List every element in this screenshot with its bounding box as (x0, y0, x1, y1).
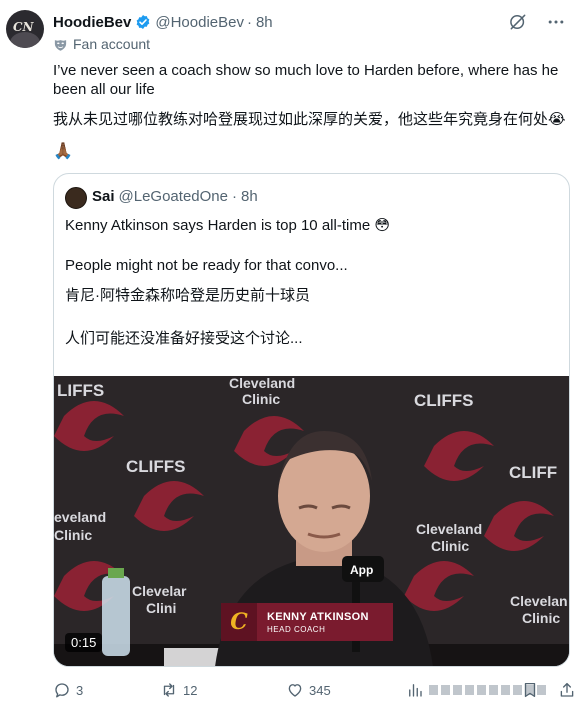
mic-flag-label: App (350, 563, 373, 577)
tweet-text-chinese: 我从未见过哪位教练对哈登展现过如此深厚的关爱，他这些年究竟身在何处😭 (53, 111, 566, 128)
retweet-button[interactable]: 12 (160, 681, 197, 699)
quote-time[interactable]: 8h (241, 188, 258, 205)
reply-button[interactable]: 3 (53, 681, 83, 699)
bookmark-button[interactable] (521, 681, 544, 699)
svg-text:Clinic: Clinic (242, 391, 280, 407)
separator-dot: · (246, 13, 252, 31)
tweet-top-actions (508, 12, 566, 32)
lower-third-caption: C KENNY ATKINSON HEAD COACH (221, 603, 393, 641)
svg-text:LIFFS: LIFFS (57, 381, 104, 400)
reply-icon (55, 683, 69, 698)
avatar-text: CN (13, 20, 34, 34)
lower-third-role: HEAD COACH (267, 624, 326, 634)
tweet-header: HoodieBev @HoodieBev · 8h (53, 12, 273, 32)
tweet-time[interactable]: 8h (256, 14, 273, 31)
quote-author-avatar[interactable] (65, 187, 87, 209)
svg-text:Clinic: Clinic (522, 610, 560, 626)
retweet-count: 12 (183, 682, 198, 698)
share-button[interactable] (558, 681, 581, 699)
svg-text:Clevelan: Clevelan (510, 593, 568, 609)
like-button[interactable]: 345 (286, 681, 331, 699)
svg-text:CLIFFS: CLIFFS (414, 391, 474, 410)
svg-text:CLIFFS: CLIFFS (126, 457, 186, 476)
reply-count: 3 (76, 682, 84, 698)
mask-icon (54, 39, 67, 51)
video-duration: 0:15 (65, 633, 103, 652)
views-icon (409, 684, 422, 697)
tweet-emoji: 🙏🏾 (53, 143, 73, 160)
quoted-tweet[interactable]: Sai @LeGoatedOne · 8h Kenny Atkinson say… (53, 173, 570, 667)
tweet-text-english: I’ve never seen a coach show so much lov… (53, 62, 559, 98)
more-icon[interactable] (546, 12, 566, 32)
svg-text:Clevelar: Clevelar (132, 583, 187, 599)
share-icon (560, 682, 574, 697)
separator-dot: · (231, 188, 237, 205)
svg-text:Clini: Clini (146, 600, 176, 616)
heart-icon (288, 684, 302, 697)
avatar-figure (10, 32, 40, 48)
like-count: 345 (309, 682, 331, 698)
lower-third-name: KENNY ATKINSON (267, 610, 369, 623)
author-avatar[interactable]: CN (6, 10, 44, 48)
verified-badge-icon[interactable] (135, 14, 151, 30)
svg-text:Clinic: Clinic (54, 527, 92, 543)
svg-text:CLIFF: CLIFF (509, 463, 557, 482)
video-player[interactable]: Cleveland Clinic CLIFFS CLIFFS eveland C… (54, 376, 569, 666)
retweet-icon (163, 683, 175, 697)
cavs-logo-icon: C (221, 603, 257, 641)
quote-text-line: People might not be ready for that convo… (65, 257, 348, 274)
quote-text-line: 人们可能还没准备好接受这个讨论... (65, 330, 303, 347)
author-handle[interactable]: @HoodieBev (155, 14, 244, 31)
grok-icon[interactable] (508, 12, 528, 32)
author-name[interactable]: HoodieBev (53, 14, 131, 31)
svg-text:eveland: eveland (54, 509, 106, 525)
svg-text:Cleveland: Cleveland (229, 376, 295, 391)
quote-author-handle[interactable]: @LeGoatedOne (119, 188, 228, 205)
quote-text-line: Kenny Atkinson says Harden is top 10 all… (65, 217, 390, 234)
tweet[interactable]: CN HoodieBev @HoodieBev · 8h Fan account (0, 0, 588, 712)
quote-author-name[interactable]: Sai (92, 188, 115, 205)
bookmark-icon (524, 682, 536, 698)
fan-account-text: Fan account (73, 36, 151, 52)
fan-account-label: Fan account (53, 36, 150, 52)
tweet-actions: 3 12 345 (53, 680, 583, 700)
quote-text-line: 肯尼·阿特金森称哈登是历史前十球员 (65, 287, 310, 304)
quote-header: Sai @LeGoatedOne · 8h (92, 188, 258, 205)
